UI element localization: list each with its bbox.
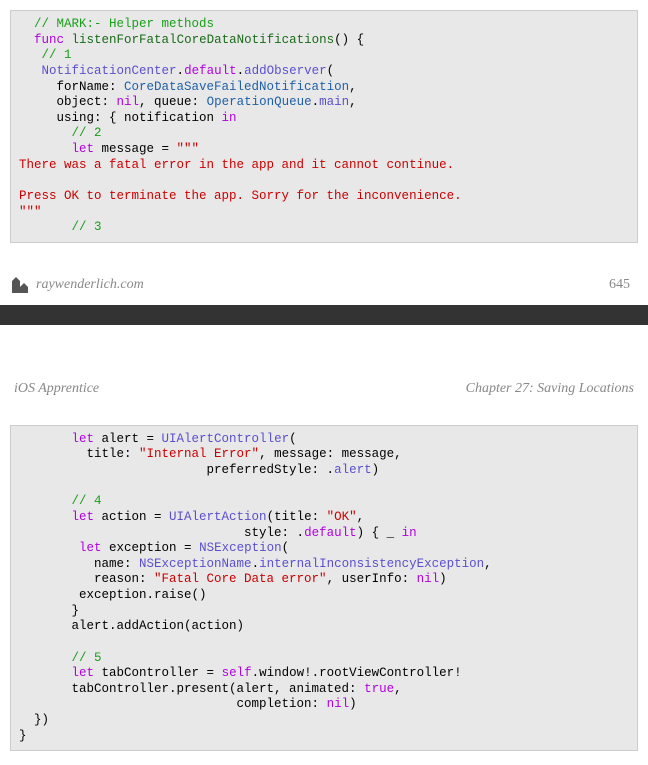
page-footer: raywenderlich.com 645 [0, 257, 648, 305]
code-ident: NSException [199, 541, 282, 555]
code-keyword: default [304, 526, 357, 540]
code-keyword: let [72, 666, 95, 680]
code-string: "OK" [327, 510, 357, 524]
code-keyword: func [34, 33, 64, 47]
code-text: } [19, 729, 27, 743]
code-text: alert.addAction(action) [72, 619, 245, 633]
code-text: name: [94, 557, 139, 571]
code-comment: // 4 [72, 494, 102, 508]
code-text: , [349, 80, 357, 94]
code-text: , queue: [139, 95, 207, 109]
code-text: reason: [94, 572, 154, 586]
chapter-title: Chapter 27: Saving Locations [466, 381, 634, 397]
page-top: // MARK:- Helper methods func listenForF… [0, 0, 648, 257]
code-ident: OperationQueue [207, 95, 312, 109]
code-text: ( [289, 432, 297, 446]
code-keyword: true [364, 682, 394, 696]
code-comment: // 3 [72, 220, 102, 234]
code-text: using: { notification [57, 111, 222, 125]
page-header: iOS Apprentice Chapter 27: Saving Locati… [0, 325, 648, 415]
code-text: ( [327, 64, 335, 78]
code-text: action = [94, 510, 169, 524]
code-ident: CoreDataSaveFailedNotification [124, 80, 349, 94]
code-comment: // 2 [72, 126, 102, 140]
page-divider [0, 305, 648, 325]
code-ident: internalInconsistencyException [259, 557, 484, 571]
code-keyword: default [184, 64, 237, 78]
code-text: . [252, 557, 260, 571]
code-block-2: let alert = UIAlertController( title: "I… [10, 425, 638, 752]
code-text: ) [349, 697, 357, 711]
code-text: , message: message, [259, 447, 402, 461]
code-text: exception = [102, 541, 200, 555]
code-text: . [312, 95, 320, 109]
code-text: ) { _ [357, 526, 402, 540]
code-string: There was a fatal error in the app and i… [19, 158, 454, 172]
code-text: . [177, 64, 185, 78]
code-text: completion: [237, 697, 327, 711]
code-comment: // MARK:- Helper methods [34, 17, 214, 31]
code-keyword: let [72, 142, 95, 156]
code-keyword: let [79, 541, 102, 555]
code-comment: // 1 [42, 48, 72, 62]
code-text: .window!.rootViewController! [252, 666, 462, 680]
footer-left: raywenderlich.com [10, 275, 144, 295]
code-ident: UIAlertController [162, 432, 290, 446]
code-keyword: nil [417, 572, 440, 586]
code-text: , userInfo: [327, 572, 417, 586]
code-text: exception.raise() [79, 588, 207, 602]
code-text: , [349, 95, 357, 109]
code-string: """ [19, 205, 42, 219]
code-ident: main [319, 95, 349, 109]
code-keyword: in [402, 526, 417, 540]
code-text: , [484, 557, 492, 571]
code-ident: alert [334, 463, 372, 477]
code-text: ) [372, 463, 380, 477]
code-text: () { [334, 33, 364, 47]
code-text: }) [34, 713, 49, 727]
code-keyword: in [222, 111, 237, 125]
code-ident: NotificationCenter [42, 64, 177, 78]
code-text: title: [87, 447, 140, 461]
code-string: "Internal Error" [139, 447, 259, 461]
page-bottom: let alert = UIAlertController( title: "I… [0, 415, 648, 765]
page-number: 645 [609, 277, 630, 293]
rw-logo-icon [10, 275, 30, 295]
code-text: tabController = [94, 666, 222, 680]
code-ident: addObserver [244, 64, 327, 78]
code-text: } [72, 604, 80, 618]
code-text: alert = [94, 432, 162, 446]
code-keyword: let [72, 432, 95, 446]
code-keyword: nil [117, 95, 140, 109]
code-text: , [357, 510, 365, 524]
code-string: """ [177, 142, 200, 156]
footer-site: raywenderlich.com [36, 277, 144, 293]
code-text: forName: [57, 80, 125, 94]
code-string: "Fatal Core Data error" [154, 572, 327, 586]
code-text: preferredStyle: . [207, 463, 335, 477]
code-comment: // 5 [72, 651, 102, 665]
code-text: tabController.present(alert, animated: [72, 682, 365, 696]
code-text: , [394, 682, 402, 696]
code-ident: NSExceptionName [139, 557, 252, 571]
code-block-1: // MARK:- Helper methods func listenForF… [10, 10, 638, 243]
code-text: (title: [267, 510, 327, 524]
code-text: style: . [244, 526, 304, 540]
code-keyword: nil [327, 697, 350, 711]
code-text: object: [57, 95, 117, 109]
code-text: ( [282, 541, 290, 555]
code-ident: UIAlertAction [169, 510, 267, 524]
code-func: listenForFatalCoreDataNotifications [72, 33, 335, 47]
code-text: message = [94, 142, 177, 156]
code-keyword: self [222, 666, 252, 680]
code-keyword: let [72, 510, 95, 524]
code-text: . [237, 64, 245, 78]
code-string: Press OK to terminate the app. Sorry for… [19, 189, 462, 203]
code-text: ) [439, 572, 447, 586]
book-title: iOS Apprentice [14, 381, 99, 397]
